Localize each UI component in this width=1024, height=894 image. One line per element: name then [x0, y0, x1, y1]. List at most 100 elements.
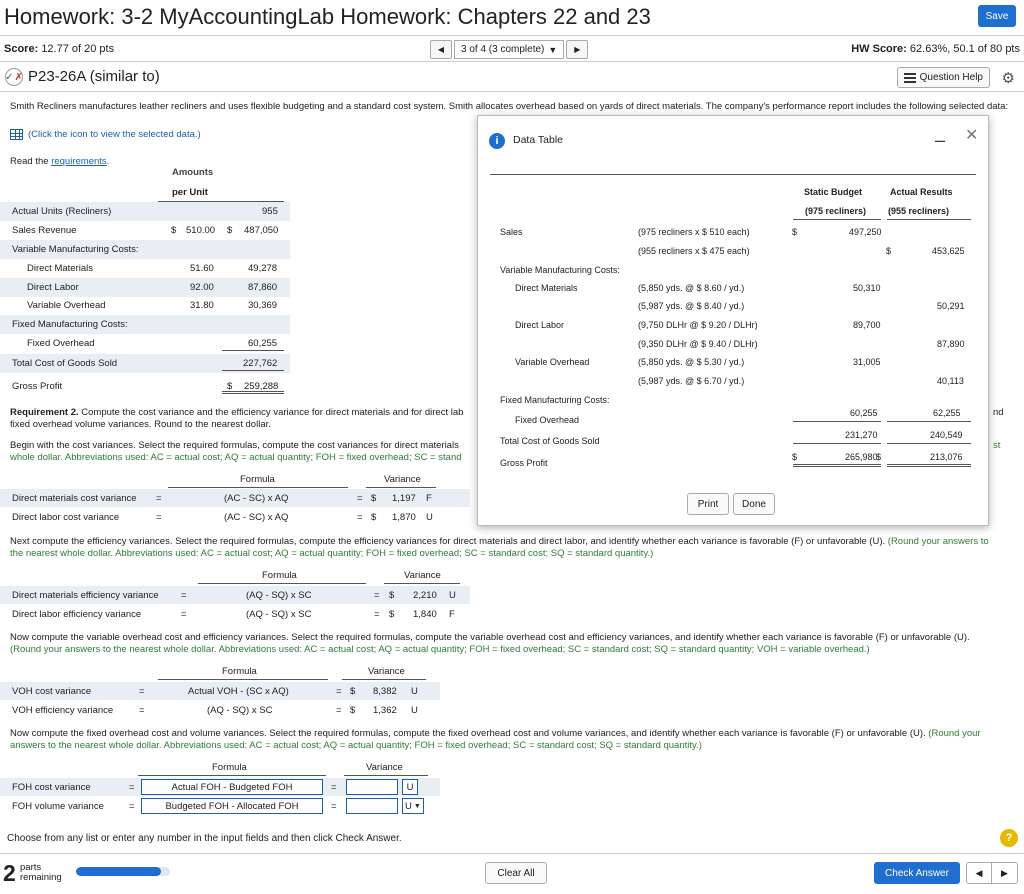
foh-intro-text: Now compute the fixed overhead cost and … — [10, 728, 926, 739]
row-label: Gross Profit — [12, 381, 63, 392]
formula-select[interactable]: (AQ - SQ) x SC — [246, 609, 311, 620]
view-data-link[interactable]: (Click the icon to view the selected dat… — [10, 129, 201, 140]
help-icon[interactable]: ? — [1000, 829, 1018, 847]
equals-sign: = — [156, 512, 162, 523]
row-amount: 955 — [262, 206, 278, 217]
total-double-line — [222, 391, 284, 394]
row-label: Fixed Overhead — [27, 338, 95, 349]
clear-all-button[interactable]: Clear All — [485, 862, 547, 884]
foh-volume-value-input[interactable] — [346, 798, 398, 814]
actual-results-subheader: (955 recliners) — [888, 206, 950, 216]
vo-actual-value: 40,113 — [937, 376, 964, 386]
row-label: Direct Materials — [27, 263, 93, 274]
gear-icon[interactable]: ⚙ — [1002, 69, 1015, 87]
minimize-icon[interactable]: – — [935, 130, 945, 151]
row-amount: 30,369 — [248, 300, 278, 311]
gp-static-value: 265,980 — [845, 452, 878, 462]
dm-static-value: 50,310 — [853, 283, 881, 293]
parts-remaining-label: parts remaining — [20, 863, 62, 883]
view-data-text: (Click the icon to view the selected dat… — [28, 129, 201, 140]
check-answer-button[interactable]: Check Answer — [874, 862, 960, 884]
question-select[interactable]: 3 of 4 (3 complete) ▼ — [454, 40, 565, 59]
equals-sign: = — [331, 782, 337, 793]
table-row: Variable Manufacturing Costs: — [0, 240, 290, 259]
foh-cost-value-input[interactable] — [346, 779, 398, 795]
prev-part-button[interactable]: ◀ — [966, 862, 992, 884]
equals-sign: = — [139, 686, 145, 697]
question-help-label: Question Help — [919, 72, 983, 83]
fu-select[interactable]: F — [426, 493, 432, 504]
dollar-sign: $ — [389, 609, 395, 620]
next-question-button[interactable]: ▶ — [566, 40, 589, 59]
dl-actual-desc: (9,350 DLHr @ $ 9.40 / DLHr) — [638, 339, 758, 349]
foh-volume-fu-select[interactable]: U ▼ — [402, 798, 424, 814]
fu-select[interactable]: U — [449, 590, 456, 601]
amounts-header: Amounts — [172, 167, 214, 178]
fu-select[interactable]: U — [411, 686, 418, 697]
variance-value[interactable]: 1,197 — [392, 493, 416, 504]
vo-label: Variable Overhead — [515, 357, 590, 367]
foh-intro: Now compute the fixed overhead cost and … — [10, 728, 1018, 740]
variance-value[interactable]: 1,870 — [392, 512, 416, 523]
prev-question-button[interactable]: ◀ — [430, 40, 452, 59]
gp-actual-value: 213,076 — [930, 452, 963, 462]
hw-score: HW Score: 62.63%, 50.1 of 80 pts — [851, 43, 1020, 55]
print-button[interactable]: Print — [687, 493, 729, 515]
prev-arrow-icon: ◀ — [437, 45, 445, 54]
data-grid-icon[interactable] — [10, 129, 23, 140]
read-requirements: Read the requirements. — [10, 156, 109, 167]
sales-static-desc: (975 recliners x $ 510 each) — [638, 227, 750, 237]
foh-cost-fu-select[interactable]: U — [402, 779, 418, 795]
equals-sign: = — [156, 493, 162, 504]
sales-actual-desc: (955 recliners x $ 475 each) — [638, 246, 750, 256]
progress-fill — [76, 867, 161, 876]
foh-volume-formula-select[interactable]: Budgeted FOH - Allocated FOH — [141, 798, 323, 814]
fo-actual-value: 62,255 — [933, 408, 961, 418]
dollar-sign: $ — [371, 512, 377, 523]
fu-select[interactable]: F — [449, 609, 455, 620]
prev-arrow-icon: ◀ — [975, 867, 983, 878]
variance-value[interactable]: 8,382 — [373, 686, 397, 697]
row-per-unit: 92.00 — [190, 282, 214, 293]
question-help-button[interactable]: Question Help — [896, 67, 990, 88]
formula-select[interactable]: (AQ - SQ) x SC — [207, 705, 272, 716]
requirement-text: Requirement 2. Compute the cost variance… — [10, 407, 463, 419]
formula-select[interactable]: Actual VOH - (SC x AQ) — [188, 686, 289, 697]
done-button[interactable]: Done — [733, 493, 775, 515]
save-button[interactable]: Save — [978, 5, 1016, 27]
row-label: Sales Revenue — [12, 225, 77, 236]
table-row: Direct Materials 51.60 49,278 — [0, 259, 290, 278]
variance-value[interactable]: 1,840 — [413, 609, 437, 620]
dollar-sign: $ — [792, 452, 798, 462]
table-row: Actual Units (Recliners) 955 — [0, 202, 290, 221]
efficiency-intro-green: (Round your answers to — [885, 536, 989, 547]
cost-variance-table: Formula Variance Direct materials cost v… — [0, 472, 470, 528]
row-label: Direct Labor — [27, 282, 79, 293]
data-table-dialog: i Data Table – ✕ Static Budget (975 recl… — [477, 115, 989, 526]
fu-select[interactable]: U — [426, 512, 433, 523]
row-label: Variable Manufacturing Costs: — [12, 244, 139, 255]
variance-label: Direct materials cost variance — [12, 493, 137, 504]
formula-select[interactable]: (AC - SC) x AQ — [224, 512, 288, 523]
close-icon[interactable]: ✕ — [965, 125, 978, 145]
formula-select[interactable]: (AC - SC) x AQ — [224, 493, 288, 504]
fu-select[interactable]: U — [411, 705, 418, 716]
question-position: 3 of 4 (3 complete) — [461, 44, 545, 55]
next-arrow-icon: ▶ — [574, 45, 581, 54]
question-title: P23-26A (similar to) — [28, 68, 160, 85]
sales-label: Sales — [500, 227, 523, 237]
dialog-title: Data Table — [513, 134, 564, 146]
next-part-button[interactable]: ▶ — [992, 862, 1018, 884]
hw-score-label: HW Score: — [851, 43, 907, 55]
formula-header: Formula — [212, 762, 247, 773]
vo-static-desc: (5,850 yds. @ $ 5.30 / yd.) — [638, 357, 745, 367]
equals-sign: = — [374, 590, 380, 601]
foh-variance-table: Formula Variance FOH cost variance = = A… — [0, 760, 440, 816]
formula-select[interactable]: (AQ - SQ) x SC — [246, 590, 311, 601]
requirements-link[interactable]: requirements — [51, 156, 106, 167]
foh-cost-formula-select[interactable]: Actual FOH - Budgeted FOH — [141, 779, 323, 795]
equals-sign: = — [129, 801, 135, 812]
variance-value[interactable]: 2,210 — [413, 590, 437, 601]
requirement-text-tail: nd — [993, 407, 1004, 418]
variance-value[interactable]: 1,362 — [373, 705, 397, 716]
